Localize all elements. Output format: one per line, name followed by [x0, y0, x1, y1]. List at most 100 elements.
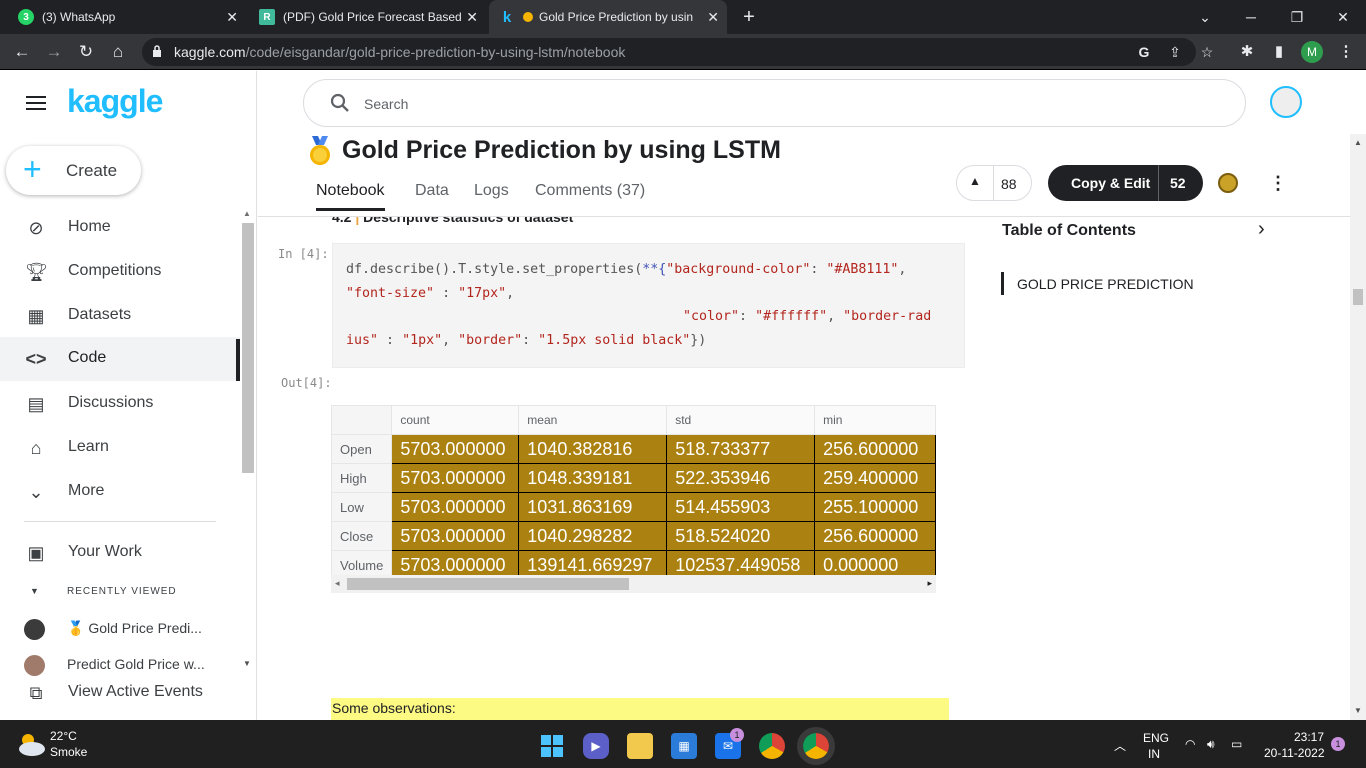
table-corner	[331, 405, 393, 435]
language-indicator[interactable]: ENG	[1143, 731, 1169, 745]
gold-medal-icon	[310, 136, 330, 165]
weather-icon[interactable]	[14, 730, 48, 758]
code-line: "font-size" : "17px",	[346, 286, 515, 301]
bookmark-star-icon[interactable]: ☆	[1198, 43, 1216, 61]
upvote-button[interactable]: ▲ 88	[956, 165, 1032, 201]
scroll-up-arrow-icon[interactable]: ▲	[243, 209, 251, 218]
url-field[interactable]: kaggle.com/code/eisgandar/gold-price-pre…	[142, 38, 1213, 66]
toc-item[interactable]: GOLD PRICE PREDICTION	[1017, 276, 1194, 292]
column-header: count	[391, 405, 520, 435]
copy-edit-button[interactable]: Copy & Edit 52	[1048, 165, 1203, 201]
tab-whatsapp[interactable]: 3 (3) WhatsApp ✕	[8, 0, 246, 34]
sidebar-scrollbar[interactable]: ▲ ▼	[240, 209, 256, 671]
sidebar-item-your-work[interactable]: ▣ Your Work	[0, 531, 240, 575]
tab-logs[interactable]: Logs	[474, 182, 509, 200]
scroll-up-arrow-icon[interactable]: ▲	[1354, 138, 1362, 147]
reload-icon[interactable]: ↻	[74, 40, 98, 64]
tab-data[interactable]: Data	[415, 182, 449, 200]
chrome-icon[interactable]	[759, 733, 785, 759]
windows-start-icon[interactable]	[539, 733, 565, 759]
restore-button[interactable]: ❐	[1274, 0, 1320, 34]
close-window-button[interactable]: ✕	[1320, 0, 1366, 34]
scroll-left-arrow-icon[interactable]: ◂	[335, 578, 340, 589]
row-label: Open	[331, 434, 393, 464]
medal-coin-icon[interactable]	[1218, 173, 1238, 193]
close-icon[interactable]: ✕	[466, 9, 478, 26]
tab-pdf[interactable]: R (PDF) Gold Price Forecast Based o ✕	[249, 0, 486, 34]
collapse-caret-icon[interactable]: ▼	[30, 586, 39, 596]
sidebar-item-home[interactable]: ⊘ Home	[0, 206, 240, 250]
chrome-profile-icon[interactable]	[797, 727, 835, 765]
profile-avatar[interactable]: M	[1301, 41, 1323, 63]
observations-text: Some observations:	[332, 700, 456, 716]
sidebar-item-label: Code	[68, 349, 107, 366]
sidebar-item-datasets[interactable]: ▦ Datasets	[0, 294, 240, 338]
sidebar-item-more[interactable]: ⌄ More	[0, 470, 240, 514]
user-avatar[interactable]	[1270, 86, 1302, 118]
new-tab-button[interactable]: +	[737, 5, 761, 29]
column-header: mean	[518, 405, 668, 435]
sidebar-item-learn[interactable]: ⌂ Learn	[0, 426, 240, 470]
forward-icon[interactable]: →	[42, 40, 66, 64]
observations-box: Some observations:	[331, 698, 949, 720]
search-input[interactable]: Search	[303, 79, 1246, 127]
scroll-thumb[interactable]	[347, 578, 629, 590]
sidebar-item-view-active-events[interactable]: ⧉ View Active Events	[0, 671, 240, 715]
table-horizontal-scrollbar[interactable]: ◂ ▸	[331, 575, 936, 593]
table-cell: 102537.449058	[666, 550, 816, 575]
create-button[interactable]: + Create	[6, 146, 141, 195]
chevron-right-icon[interactable]: ›	[1258, 218, 1265, 241]
home-icon[interactable]: ⌂	[106, 40, 130, 64]
table-cell: 256.600000	[814, 521, 936, 551]
sidebar-item-label: More	[68, 482, 105, 499]
weather-temperature: 22°C	[50, 729, 77, 743]
toc-title: Table of Contents	[1002, 222, 1136, 239]
file-explorer-icon[interactable]	[627, 733, 653, 759]
hamburger-menu-icon[interactable]	[26, 96, 46, 110]
sidebar-item-competitions[interactable]: 🏆︎ Competitions	[0, 250, 240, 294]
clock-time[interactable]: 23:17	[1294, 730, 1324, 744]
share-icon[interactable]: ⇪	[1166, 43, 1184, 61]
close-icon[interactable]: ✕	[707, 9, 719, 26]
scroll-down-arrow-icon[interactable]: ▼	[243, 659, 251, 668]
scroll-right-arrow-icon[interactable]: ▸	[927, 578, 932, 589]
side-panel-icon[interactable]: ▮	[1269, 42, 1289, 62]
tab-notebook[interactable]: Notebook	[316, 182, 385, 211]
url-domain: kaggle.com	[174, 44, 246, 60]
code-cell[interactable]: df.describe().T.style.set_properties(**{…	[332, 243, 965, 368]
region-indicator: IN	[1148, 747, 1160, 761]
kaggle-logo[interactable]: kaggle	[67, 83, 163, 120]
notification-badge[interactable]: 1	[1331, 737, 1345, 751]
lock-icon	[153, 45, 161, 57]
input-prompt: In [4]:	[278, 247, 329, 261]
teams-chat-icon[interactable]: ▶	[583, 733, 609, 759]
scroll-thumb[interactable]	[242, 223, 254, 473]
clock-date: 20-11-2022	[1264, 746, 1325, 760]
recent-item[interactable]: 🥇 Gold Price Predi...	[24, 616, 224, 640]
tab-kaggle[interactable]: k Gold Price Prediction by usin ✕	[489, 0, 727, 34]
tab-comments[interactable]: Comments (37)	[535, 182, 645, 200]
sidebar-item-code[interactable]: <> Code	[0, 337, 240, 381]
extensions-icon[interactable]: ✱	[1237, 42, 1257, 62]
minimize-button[interactable]: ─	[1228, 0, 1274, 34]
column-header: min	[814, 405, 936, 435]
store-icon[interactable]: ▦	[671, 733, 697, 759]
more-options-icon[interactable]: ⋮	[1268, 173, 1288, 193]
sidebar-item-discussions[interactable]: ▤ Discussions	[0, 382, 240, 426]
scroll-thumb[interactable]	[1353, 289, 1363, 305]
scroll-down-arrow-icon[interactable]: ▼	[1354, 706, 1362, 715]
tab-search-icon[interactable]: ⌄	[1182, 0, 1228, 34]
browser-menu-icon[interactable]: ⋮	[1336, 42, 1356, 62]
table-cell: 0.000000	[814, 550, 936, 575]
sidebar-item-label: Discussions	[68, 394, 154, 411]
volume-icon[interactable]: 🔊︎	[1207, 737, 1215, 752]
table-row: High 5703.000000 1048.339181 522.353946 …	[331, 463, 936, 493]
battery-icon[interactable]: ▭	[1231, 737, 1242, 751]
back-icon[interactable]: ←	[10, 40, 34, 64]
tray-chevron-icon[interactable]: ︿	[1114, 737, 1126, 754]
close-icon[interactable]: ✕	[226, 9, 238, 26]
wifi-icon[interactable]: ◠	[1185, 737, 1195, 751]
recently-viewed-heading: RECENTLY VIEWED	[67, 586, 177, 597]
page-scrollbar[interactable]: ▲ ▼	[1350, 134, 1366, 720]
google-icon[interactable]: G	[1135, 43, 1153, 61]
